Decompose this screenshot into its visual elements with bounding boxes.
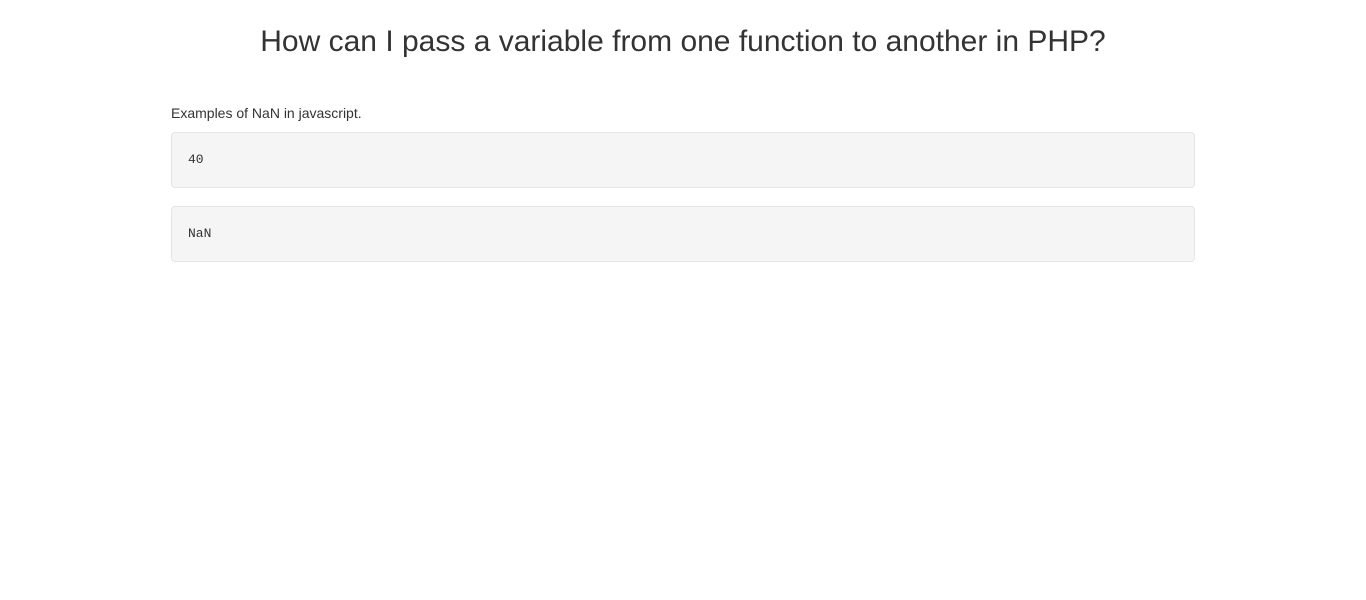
description-text: Examples of NaN in javascript. xyxy=(171,104,1195,124)
page-title: How can I pass a variable from one funct… xyxy=(171,24,1195,60)
code-block: NaN xyxy=(171,206,1195,262)
main-container: How can I pass a variable from one funct… xyxy=(171,24,1195,262)
code-block: 40 xyxy=(171,132,1195,188)
